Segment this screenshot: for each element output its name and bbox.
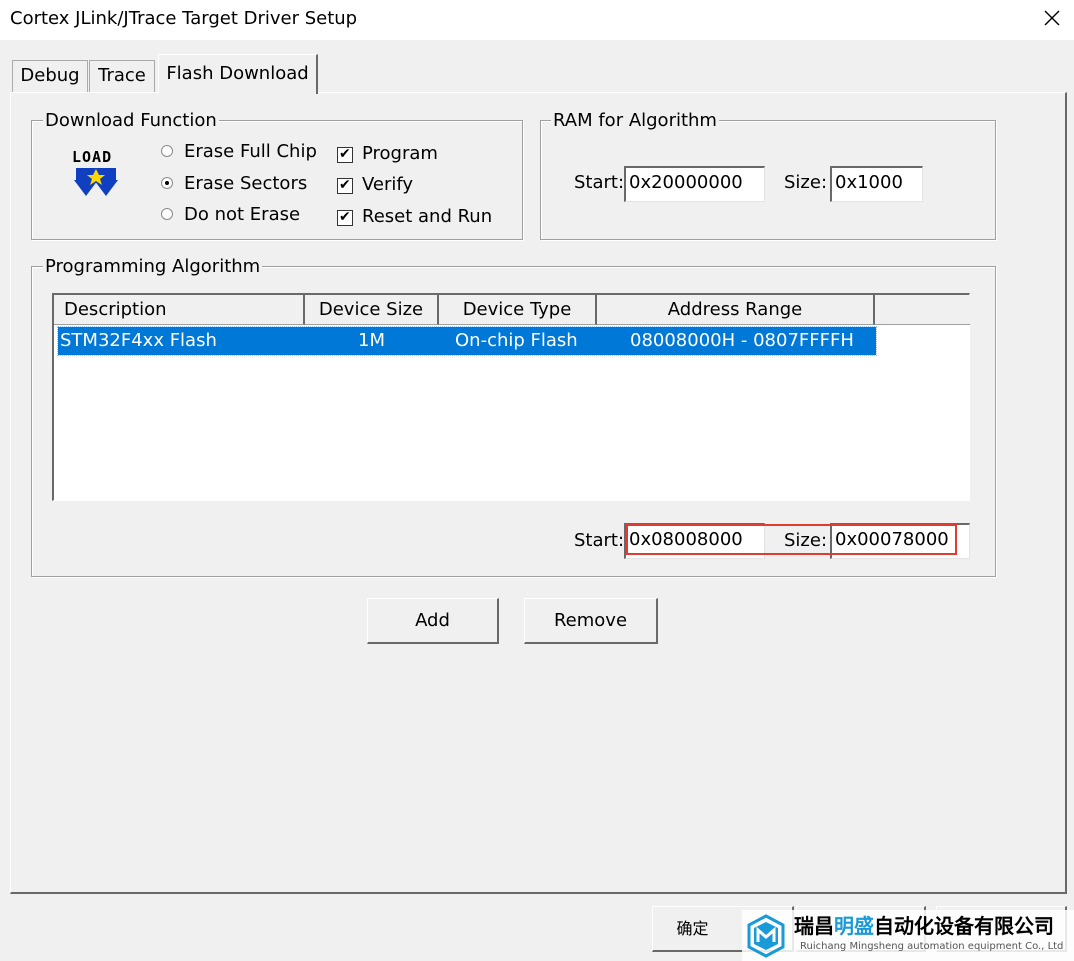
row-description: STM32F4xx Flash <box>60 330 217 351</box>
row-device-size: 1M <box>358 330 385 351</box>
program-label[interactable]: Program <box>362 143 438 165</box>
ram-start-input[interactable]: 0x20000000 <box>624 166 765 202</box>
algorithm-list[interactable]: Description Device Size Device Type Addr… <box>52 293 970 501</box>
programming-algorithm-legend: Programming Algorithm <box>43 256 263 278</box>
tab-trace[interactable]: Trace <box>89 60 155 92</box>
load-icon: LOAD <box>68 148 124 200</box>
do-not-erase-label[interactable]: Do not Erase <box>184 204 300 226</box>
column-description[interactable]: Description <box>54 295 305 325</box>
load-icon-text: LOAD <box>72 148 113 166</box>
company-highlight: 明盛 <box>834 914 874 938</box>
verify-checkbox[interactable] <box>337 176 353 194</box>
erase-sectors-label[interactable]: Erase Sectors <box>184 173 307 195</box>
watermark: 瑞昌明盛自动化设备有限公司 Ruichang Mingsheng automat… <box>742 910 1074 961</box>
window-title: Cortex JLink/JTrace Target Driver Setup <box>10 8 358 29</box>
erase-full-chip-radio[interactable] <box>161 145 173 157</box>
column-device-size[interactable]: Device Size <box>305 295 439 325</box>
row-address-range: 08008000H - 0807FFFFH <box>630 330 854 351</box>
column-address-range[interactable]: Address Range <box>597 295 875 325</box>
reset-and-run-checkbox[interactable] <box>337 208 353 226</box>
close-icon[interactable] <box>1040 6 1064 30</box>
remove-button[interactable]: Remove <box>524 598 658 644</box>
company-suffix: 自动化设备有限公司 <box>874 914 1054 938</box>
company-logo-icon <box>747 914 785 958</box>
column-filler <box>875 295 970 325</box>
do-not-erase-radio[interactable] <box>161 208 173 220</box>
highlight-annotation-box <box>626 524 957 555</box>
algo-start-label: Start: <box>574 530 625 551</box>
download-function-legend: Download Function <box>43 110 219 132</box>
company-prefix: 瑞昌 <box>794 914 834 938</box>
ram-size-label: Size: <box>784 172 828 193</box>
add-button[interactable]: Add <box>367 598 499 644</box>
program-checkbox[interactable] <box>337 145 353 163</box>
ram-for-algorithm-legend: RAM for Algorithm <box>551 110 719 132</box>
table-row[interactable]: STM32F4xx Flash 1M On-chip Flash 0800800… <box>57 326 877 356</box>
download-arrows-icon <box>74 168 118 196</box>
reset-and-run-label[interactable]: Reset and Run <box>362 206 492 228</box>
row-device-type: On-chip Flash <box>455 330 578 351</box>
tab-flash-download[interactable]: Flash Download <box>158 54 318 94</box>
column-device-type[interactable]: Device Type <box>439 295 597 325</box>
verify-label[interactable]: Verify <box>362 174 413 196</box>
ram-size-input[interactable]: 0x1000 <box>830 166 923 202</box>
erase-sectors-radio[interactable] <box>161 177 173 189</box>
erase-full-chip-label[interactable]: Erase Full Chip <box>184 141 317 163</box>
ram-start-label: Start: <box>574 172 625 193</box>
company-name-en: Ruichang Mingsheng automation equipment … <box>800 941 1064 952</box>
company-name-cn: 瑞昌明盛自动化设备有限公司 <box>794 914 1054 938</box>
tab-debug[interactable]: Debug <box>12 60 88 92</box>
